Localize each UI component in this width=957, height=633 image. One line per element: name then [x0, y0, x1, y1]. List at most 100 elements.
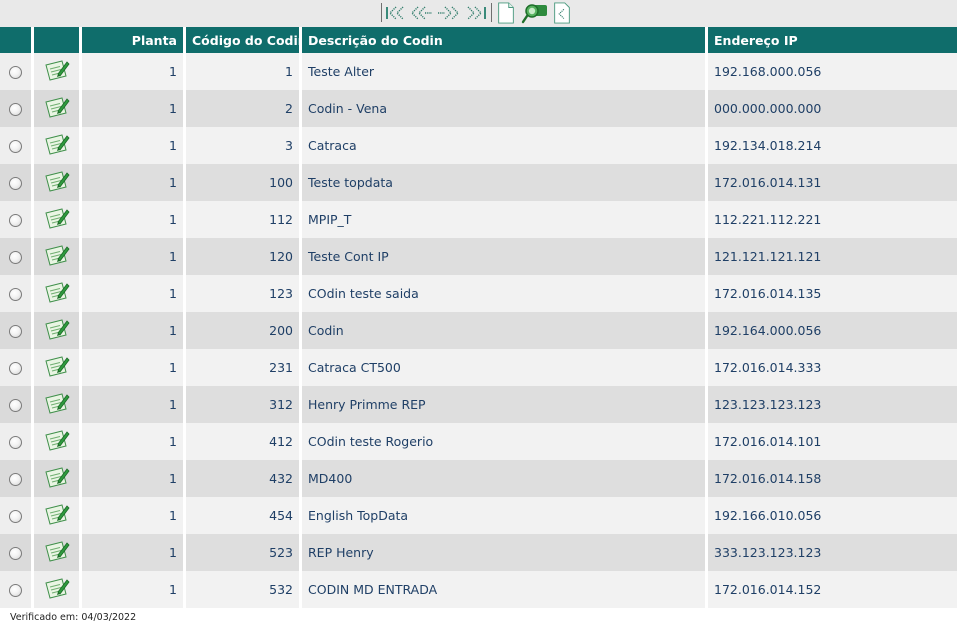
cell-codigo: 432 — [186, 460, 302, 497]
header-descricao[interactable]: Descrição do Codin — [302, 27, 708, 53]
row-select-radio[interactable] — [9, 325, 22, 338]
edit-cell — [34, 127, 82, 164]
edit-cell — [34, 571, 82, 608]
table-row[interactable]: 1 523 REP Henry 333.123.123.123 — [0, 534, 957, 571]
cell-ip: 112.221.112.221 — [708, 201, 957, 238]
cell-descricao: MD400 — [302, 460, 708, 497]
header-codigo[interactable]: Código do Codin — [186, 27, 302, 53]
table-row[interactable]: 1 120 Teste Cont IP 121.121.121.121 — [0, 238, 957, 275]
edit-icon[interactable] — [44, 95, 70, 122]
edit-icon[interactable] — [44, 391, 70, 418]
row-select-radio[interactable] — [9, 436, 22, 449]
row-select-radio[interactable] — [9, 177, 22, 190]
edit-icon[interactable] — [44, 169, 70, 196]
row-select-radio[interactable] — [9, 288, 22, 301]
edit-icon[interactable] — [44, 502, 70, 529]
cell-planta: 1 — [82, 312, 186, 349]
cell-ip: 192.134.018.214 — [708, 127, 957, 164]
search-icon[interactable] — [521, 2, 548, 24]
edit-cell — [34, 275, 82, 312]
next-page-icon[interactable] — [437, 2, 461, 24]
cell-descricao: Codin — [302, 312, 708, 349]
export-icon[interactable] — [553, 2, 571, 24]
row-select-radio[interactable] — [9, 473, 22, 486]
select-cell — [0, 201, 34, 238]
cell-planta: 1 — [82, 90, 186, 127]
cell-planta: 1 — [82, 164, 186, 201]
cell-ip: 333.123.123.123 — [708, 534, 957, 571]
cell-descricao: English TopData — [302, 497, 708, 534]
edit-icon[interactable] — [44, 206, 70, 233]
cell-planta: 1 — [82, 386, 186, 423]
last-page-icon[interactable] — [465, 2, 489, 24]
edit-icon[interactable] — [44, 58, 70, 85]
table-row[interactable]: 1 112 MPIP_T 112.221.112.221 — [0, 201, 957, 238]
header-select — [0, 27, 34, 53]
edit-icon[interactable] — [44, 132, 70, 159]
cell-ip: 192.168.000.056 — [708, 53, 957, 90]
table-row[interactable]: 1 2 Codin - Vena 000.000.000.000 — [0, 90, 957, 127]
table-row[interactable]: 1 454 English TopData 192.166.010.056 — [0, 497, 957, 534]
table-row[interactable]: 1 100 Teste topdata 172.016.014.131 — [0, 164, 957, 201]
select-cell — [0, 90, 34, 127]
edit-icon[interactable] — [44, 576, 70, 603]
row-select-radio[interactable] — [9, 510, 22, 523]
edit-icon[interactable] — [44, 280, 70, 307]
cell-planta: 1 — [82, 571, 186, 608]
row-select-radio[interactable] — [9, 362, 22, 375]
table-header-row: Planta Código do Codin Descrição do Codi… — [0, 27, 957, 53]
table-row[interactable]: 1 312 Henry Primme REP 123.123.123.123 — [0, 386, 957, 423]
cell-ip: 172.016.014.152 — [708, 571, 957, 608]
cell-codigo: 454 — [186, 497, 302, 534]
cell-codigo: 200 — [186, 312, 302, 349]
row-select-radio[interactable] — [9, 584, 22, 597]
table-row[interactable]: 1 532 CODIN MD ENTRADA 172.016.014.152 — [0, 571, 957, 608]
cell-codigo: 523 — [186, 534, 302, 571]
previous-page-icon[interactable] — [409, 2, 433, 24]
row-select-radio[interactable] — [9, 103, 22, 116]
edit-icon[interactable] — [44, 539, 70, 566]
edit-icon[interactable] — [44, 354, 70, 381]
cell-codigo: 1 — [186, 53, 302, 90]
cell-planta: 1 — [82, 534, 186, 571]
edit-cell — [34, 386, 82, 423]
new-document-icon[interactable] — [496, 2, 516, 24]
toolbar-separator — [381, 3, 382, 22]
edit-cell — [34, 423, 82, 460]
table-row[interactable]: 1 231 Catraca CT500 172.016.014.333 — [0, 349, 957, 386]
row-select-radio[interactable] — [9, 251, 22, 264]
row-select-radio[interactable] — [9, 214, 22, 227]
table-row[interactable]: 1 123 COdin teste saida 172.016.014.135 — [0, 275, 957, 312]
edit-icon[interactable] — [44, 465, 70, 492]
first-page-icon[interactable] — [384, 2, 406, 24]
table-row[interactable]: 1 3 Catraca 192.134.018.214 — [0, 127, 957, 164]
row-select-radio[interactable] — [9, 399, 22, 412]
edit-icon[interactable] — [44, 243, 70, 270]
edit-icon[interactable] — [44, 317, 70, 344]
cell-descricao: Teste topdata — [302, 164, 708, 201]
cell-ip: 192.164.000.056 — [708, 312, 957, 349]
edit-cell — [34, 349, 82, 386]
cell-descricao: Codin - Vena — [302, 90, 708, 127]
table-row[interactable]: 1 432 MD400 172.016.014.158 — [0, 460, 957, 497]
select-cell — [0, 497, 34, 534]
select-cell — [0, 53, 34, 90]
header-planta[interactable]: Planta — [82, 27, 186, 53]
row-select-radio[interactable] — [9, 140, 22, 153]
cell-ip: 172.016.014.101 — [708, 423, 957, 460]
select-cell — [0, 423, 34, 460]
cell-planta: 1 — [82, 238, 186, 275]
table-row[interactable]: 1 1 Teste Alter 192.168.000.056 — [0, 53, 957, 90]
edit-icon[interactable] — [44, 428, 70, 455]
cell-codigo: 231 — [186, 349, 302, 386]
edit-cell — [34, 534, 82, 571]
edit-cell — [34, 238, 82, 275]
cell-descricao: MPIP_T — [302, 201, 708, 238]
table-row[interactable]: 1 200 Codin 192.164.000.056 — [0, 312, 957, 349]
select-cell — [0, 312, 34, 349]
row-select-radio[interactable] — [9, 547, 22, 560]
header-ip[interactable]: Endereço IP — [708, 27, 957, 53]
cell-codigo: 112 — [186, 201, 302, 238]
table-row[interactable]: 1 412 COdin teste Rogerio 172.016.014.101 — [0, 423, 957, 460]
row-select-radio[interactable] — [9, 66, 22, 79]
